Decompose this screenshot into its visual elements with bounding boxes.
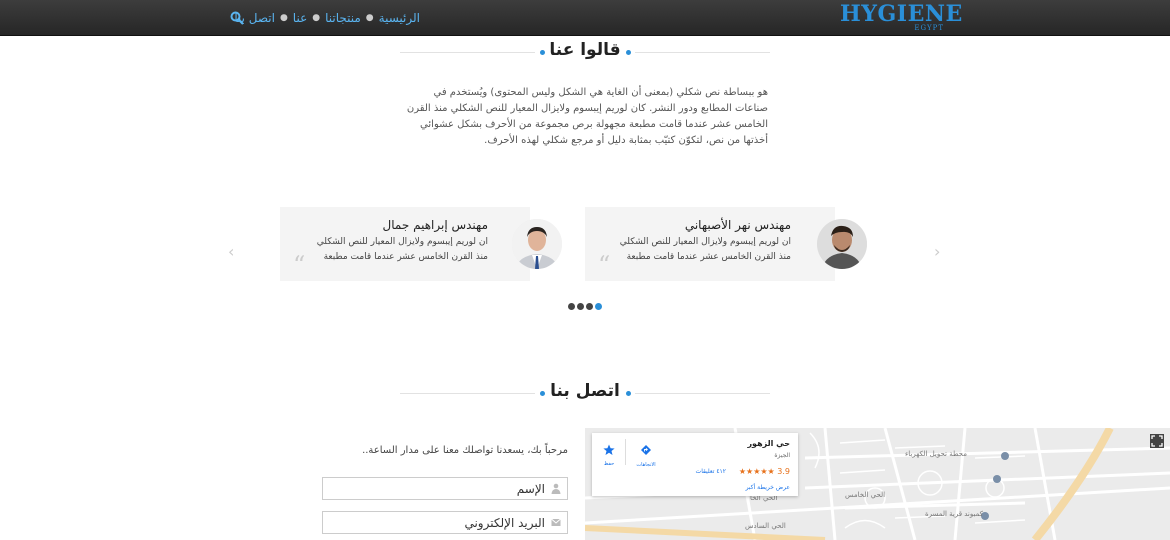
contact-title: اتصل بنا (550, 381, 620, 401)
nav-separator: ● (312, 13, 321, 23)
testimonial-card: مهندس نهر الأصبهاني ان لوريم إيبسوم ولاي… (585, 207, 867, 281)
brand-sub: EGYPT (914, 24, 944, 32)
user-icon (551, 483, 561, 494)
carousel-dot[interactable] (586, 303, 593, 310)
search-icon[interactable] (230, 11, 244, 25)
heading-line (400, 393, 535, 394)
nav-separator: ● (365, 13, 374, 23)
avatar (512, 219, 562, 269)
contact-message: مرحباً بك، يسعدنا تواصلك معنا على مدار ا… (362, 445, 568, 456)
testimonial-name: مهندس نهر الأصبهاني (684, 218, 791, 232)
testimonials-title: قالوا عنا (549, 40, 621, 60)
main-nav: الرئيسية ● منتجاتنا ● عنا ● اتصل بنا (228, 0, 420, 36)
testimonial-text: ان لوريم إيبسوم ولايزال المعيار للنص الش… (619, 237, 791, 262)
map-label: محطة تحويل الكهرباء (905, 450, 967, 458)
carousel-dot[interactable] (568, 303, 575, 310)
contact-heading: اتصل بنا (400, 378, 770, 408)
map-label: الحي السادس (745, 522, 786, 530)
quote-icon: “ (598, 251, 611, 279)
directions-label: الاتجاهات (636, 462, 656, 468)
nav-item-products[interactable]: منتجاتنا (325, 11, 361, 25)
larger-map-link[interactable]: عرض خريطة أكبر (746, 484, 790, 491)
testimonials-intro: هو ببساطة نص شكلي (بمعنى أن الغاية هي ال… (406, 87, 768, 146)
map-label: كمبوند قرية المسرة (925, 510, 983, 518)
avatar (817, 219, 867, 269)
carousel-dot[interactable] (577, 303, 584, 310)
place-reviews-link[interactable]: ٤١٢ تعليقات (696, 468, 726, 475)
heading-dot (626, 391, 631, 396)
card-divider (625, 439, 626, 465)
heading-line (635, 393, 770, 394)
carousel-next-arrow[interactable]: › (934, 242, 940, 261)
fullscreen-icon[interactable] (1150, 434, 1164, 448)
brand-logo[interactable]: HYGIENE EGYPT (840, 1, 963, 32)
testimonial-text: ان لوريم إيبسوم ولايزال المعيار للنص الش… (316, 237, 488, 262)
place-region: الجيزة (774, 452, 790, 459)
nav-item-about[interactable]: عنا (293, 11, 307, 25)
carousel-pagination (568, 303, 602, 310)
testimonial-name: مهندس إبراهيم جمال (382, 218, 488, 232)
map-place-card: حي الزهور الجيزة 3.9 ★★★★★ ٤١٢ تعليقات ع… (592, 433, 798, 496)
heading-dot (626, 50, 631, 55)
top-navbar: HYGIENE EGYPT الرئيسية ● منتجاتنا ● عنا … (0, 0, 1170, 36)
quote-icon: “ (293, 251, 306, 279)
place-rating: 3.9 ★★★★★ (738, 467, 790, 476)
heading-line (635, 52, 770, 53)
testimonials-heading: قالوا عنا (400, 37, 770, 67)
star-icon (603, 444, 615, 455)
directions-button[interactable]: الاتجاهات (632, 441, 660, 468)
email-field-label: البريد الإلكتروني (464, 516, 545, 530)
heading-line (400, 52, 535, 53)
save-place-button[interactable]: حفظ (600, 441, 618, 467)
carousel-prev-arrow[interactable]: ‹ (228, 242, 234, 261)
name-field-label: الإسم (516, 482, 545, 496)
nav-item-home[interactable]: الرئيسية (379, 11, 420, 25)
directions-icon (641, 445, 651, 455)
name-field[interactable]: الإسم (322, 477, 568, 500)
email-field[interactable]: البريد الإلكتروني (322, 511, 568, 534)
place-name: حي الزهور (747, 439, 790, 448)
brand-name: HYGIENE (840, 1, 963, 27)
nav-separator: ● (279, 13, 288, 23)
save-label: حفظ (603, 461, 615, 467)
envelope-icon (551, 518, 561, 526)
map-label: الحي الخامس (845, 491, 886, 499)
carousel-dot-active[interactable] (595, 303, 602, 310)
testimonial-card: مهندس إبراهيم جمال ان لوريم إيبسوم ولايز… (280, 207, 562, 281)
